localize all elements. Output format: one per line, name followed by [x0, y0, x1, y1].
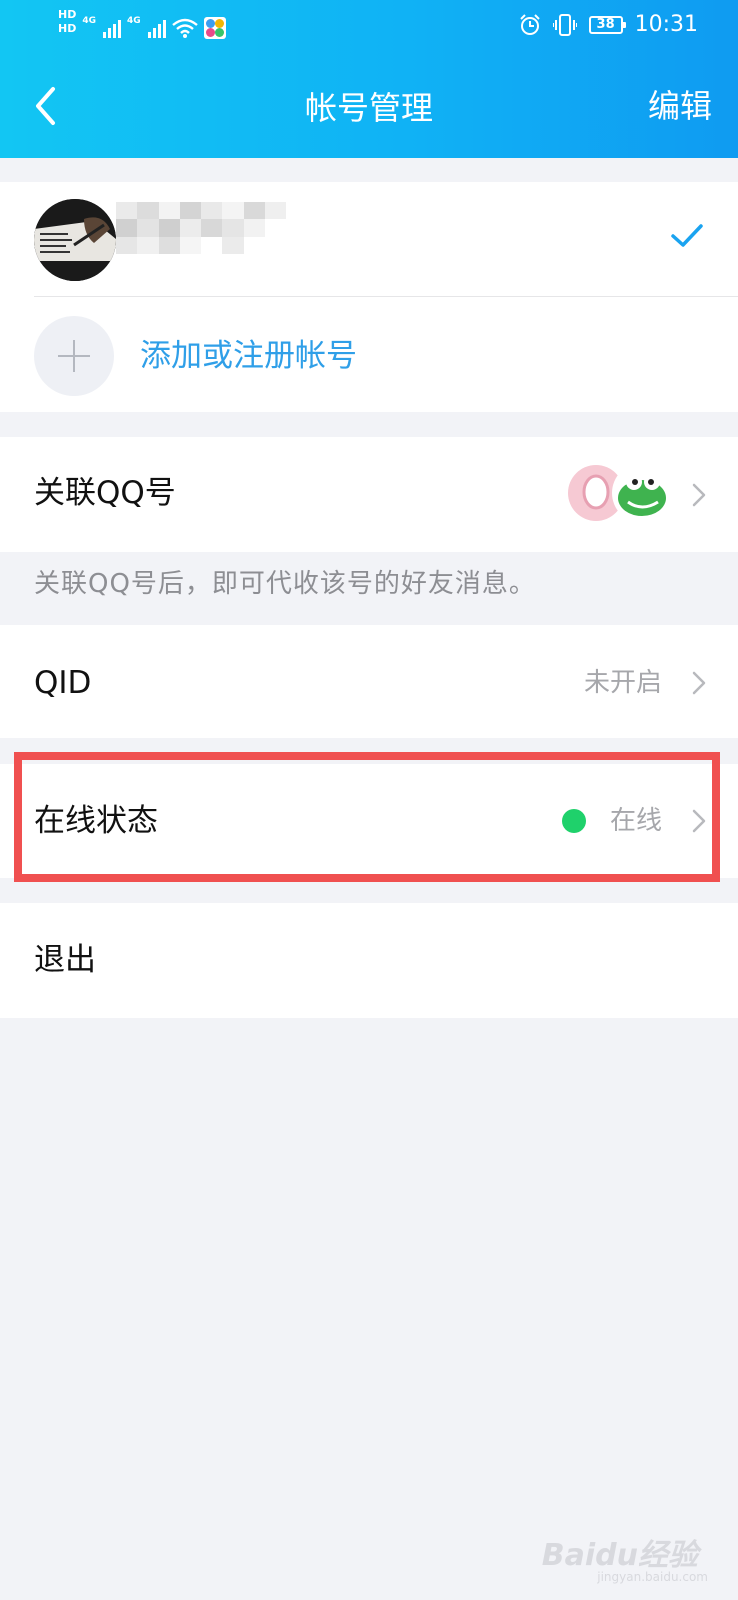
chevron-right-icon	[692, 483, 706, 507]
app-notification-icon	[203, 17, 226, 39]
signal-icon	[103, 18, 121, 38]
battery-icon: 38	[588, 15, 626, 34]
header-bar: HD HD 4G 4G 38 10:31 帐号管理 编辑	[0, 0, 738, 158]
edit-button[interactable]: 编辑	[648, 84, 712, 128]
page-title: 帐号管理	[304, 89, 433, 127]
vibrate-icon	[552, 13, 577, 36]
qid-row[interactable]: QID 未开启	[0, 625, 738, 738]
checkmark-icon	[671, 224, 703, 247]
avatar[interactable]	[34, 199, 116, 281]
network-type: 4G	[127, 16, 141, 26]
associated-qq-hint: 关联QQ号后，即可代收该号的好友消息。	[34, 569, 536, 599]
hd-indicators: HD HD	[58, 8, 76, 36]
network-type: 4G	[82, 16, 96, 26]
divider	[34, 296, 738, 297]
chevron-right-icon	[692, 671, 706, 695]
accounts-card: 添加或注册帐号	[0, 182, 738, 412]
hd-indicator: HD	[58, 22, 77, 35]
status-left: HD HD 4G 4G	[58, 8, 226, 39]
add-account-plus-icon[interactable]	[34, 316, 114, 396]
watermark-logo: Baidu经验	[541, 1538, 698, 1573]
logout-label: 退出	[34, 942, 96, 978]
wifi-icon	[171, 18, 198, 38]
hd-indicator: HD	[58, 8, 77, 21]
qid-label: QID	[34, 665, 92, 701]
logout-row[interactable]: 退出	[0, 903, 738, 1018]
highlight-box	[14, 752, 720, 882]
associated-avatars	[568, 463, 672, 523]
associated-qq-row[interactable]: 关联QQ号	[0, 437, 738, 552]
status-bar: HD HD 4G 4G 38 10:31	[0, 0, 738, 52]
watermark-url: jingyan.baidu.com	[597, 1570, 708, 1584]
avatar-image	[34, 199, 116, 281]
alarm-icon	[519, 13, 540, 35]
clock: 10:31	[634, 12, 698, 37]
status-right: 38 10:31	[519, 12, 698, 37]
qid-status: 未开启	[583, 668, 662, 698]
associated-qq-label: 关联QQ号	[34, 475, 176, 511]
blurred-nickname	[116, 202, 286, 254]
signal-icon	[147, 18, 166, 38]
add-account-button[interactable]: 添加或注册帐号	[140, 334, 357, 378]
